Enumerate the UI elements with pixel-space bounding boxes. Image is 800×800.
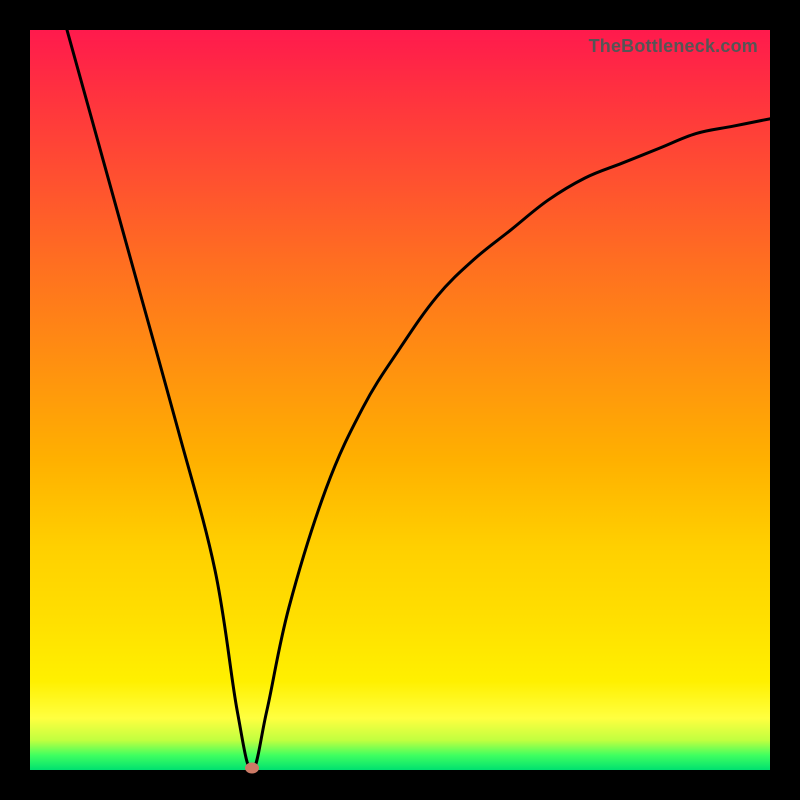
minimum-marker	[245, 763, 259, 774]
chart-frame: TheBottleneck.com	[0, 0, 800, 800]
plot-area: TheBottleneck.com	[30, 30, 770, 770]
bottleneck-curve-path	[67, 30, 770, 770]
curve-svg	[30, 30, 770, 770]
